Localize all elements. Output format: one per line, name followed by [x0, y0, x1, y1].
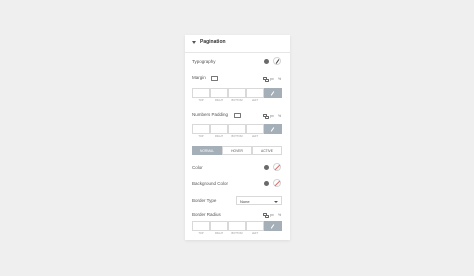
- globe-icon[interactable]: [262, 163, 270, 171]
- field-label-right: RIGHT: [214, 232, 224, 235]
- border-radius-label: Border Radius: [192, 212, 221, 217]
- margin-field-labels: TOP RIGHT BOTTOM LEFT: [192, 99, 282, 103]
- field-label-top: TOP: [198, 99, 204, 102]
- settings-panel: Pagination Typography Margin px % TOP RI…: [185, 35, 290, 240]
- globe-icon[interactable]: [262, 179, 270, 187]
- border-type-value: None: [240, 199, 250, 205]
- section-title: Pagination: [200, 39, 226, 45]
- field-label-top: TOP: [198, 232, 204, 235]
- link-icon[interactable]: [263, 114, 269, 119]
- border-radius-inputs: [192, 221, 282, 231]
- radius-top-input[interactable]: [192, 221, 210, 231]
- numbers-padding-inputs: [192, 124, 282, 134]
- padding-right-input[interactable]: [210, 124, 228, 134]
- margin-right-input[interactable]: [210, 88, 228, 98]
- margin-link-values-button[interactable]: [264, 88, 282, 98]
- padding-left-input[interactable]: [246, 124, 264, 134]
- unit-percent[interactable]: %: [278, 114, 281, 118]
- field-label-left: LEFT: [251, 232, 259, 235]
- padding-field-labels: TOP RIGHT BOTTOM LEFT: [192, 135, 282, 139]
- field-label-left: LEFT: [251, 99, 259, 102]
- unit-percent[interactable]: %: [278, 213, 281, 217]
- field-label-bottom: BOTTOM: [231, 232, 243, 235]
- field-label-bottom: BOTTOM: [231, 99, 243, 102]
- padding-top-input[interactable]: [192, 124, 210, 134]
- unit-px[interactable]: px: [270, 114, 274, 118]
- link-icon[interactable]: [263, 77, 269, 82]
- field-label-right: RIGHT: [214, 99, 224, 102]
- field-label-top: TOP: [198, 135, 204, 138]
- field-label-right: RIGHT: [214, 135, 224, 138]
- globe-icon[interactable]: [262, 57, 270, 65]
- unit-px[interactable]: px: [270, 77, 274, 81]
- typography-edit-button[interactable]: [273, 57, 281, 65]
- background-color-picker-button[interactable]: [273, 179, 281, 187]
- link-icon[interactable]: [263, 213, 269, 218]
- margin-left-input[interactable]: [246, 88, 264, 98]
- chevron-down-icon: [274, 200, 278, 203]
- unit-percent[interactable]: %: [278, 77, 281, 81]
- margin-label: Margin: [192, 75, 206, 80]
- border-type-select[interactable]: None: [236, 196, 282, 205]
- typography-label: Typography: [192, 59, 216, 64]
- tab-hover[interactable]: HOVER: [222, 146, 252, 155]
- unit-px[interactable]: px: [270, 213, 274, 217]
- padding-link-values-button[interactable]: [264, 124, 282, 134]
- state-tabs: NORMAL HOVER ACTIVE: [192, 146, 282, 155]
- radius-link-values-button[interactable]: [264, 221, 282, 231]
- section-header-pagination[interactable]: Pagination: [185, 35, 290, 53]
- desktop-icon[interactable]: [211, 76, 218, 82]
- margin-inputs: [192, 88, 282, 98]
- margin-top-input[interactable]: [192, 88, 210, 98]
- field-label-left: LEFT: [251, 135, 259, 138]
- caret-down-icon: [192, 41, 196, 44]
- numbers-padding-label: Numbers Padding: [192, 112, 229, 117]
- padding-bottom-input[interactable]: [228, 124, 246, 134]
- radius-field-labels: TOP RIGHT BOTTOM LEFT: [192, 232, 282, 236]
- border-type-label: Border Type: [192, 198, 217, 203]
- radius-left-input[interactable]: [246, 221, 264, 231]
- radius-bottom-input[interactable]: [228, 221, 246, 231]
- color-label: Color: [192, 165, 203, 170]
- field-label-bottom: BOTTOM: [231, 135, 243, 138]
- background-color-label: Background Color: [192, 181, 229, 186]
- color-picker-button[interactable]: [273, 163, 281, 171]
- tab-active[interactable]: ACTIVE: [252, 146, 282, 155]
- desktop-icon[interactable]: [234, 113, 241, 119]
- tab-normal[interactable]: NORMAL: [192, 146, 222, 155]
- margin-bottom-input[interactable]: [228, 88, 246, 98]
- radius-right-input[interactable]: [210, 221, 228, 231]
